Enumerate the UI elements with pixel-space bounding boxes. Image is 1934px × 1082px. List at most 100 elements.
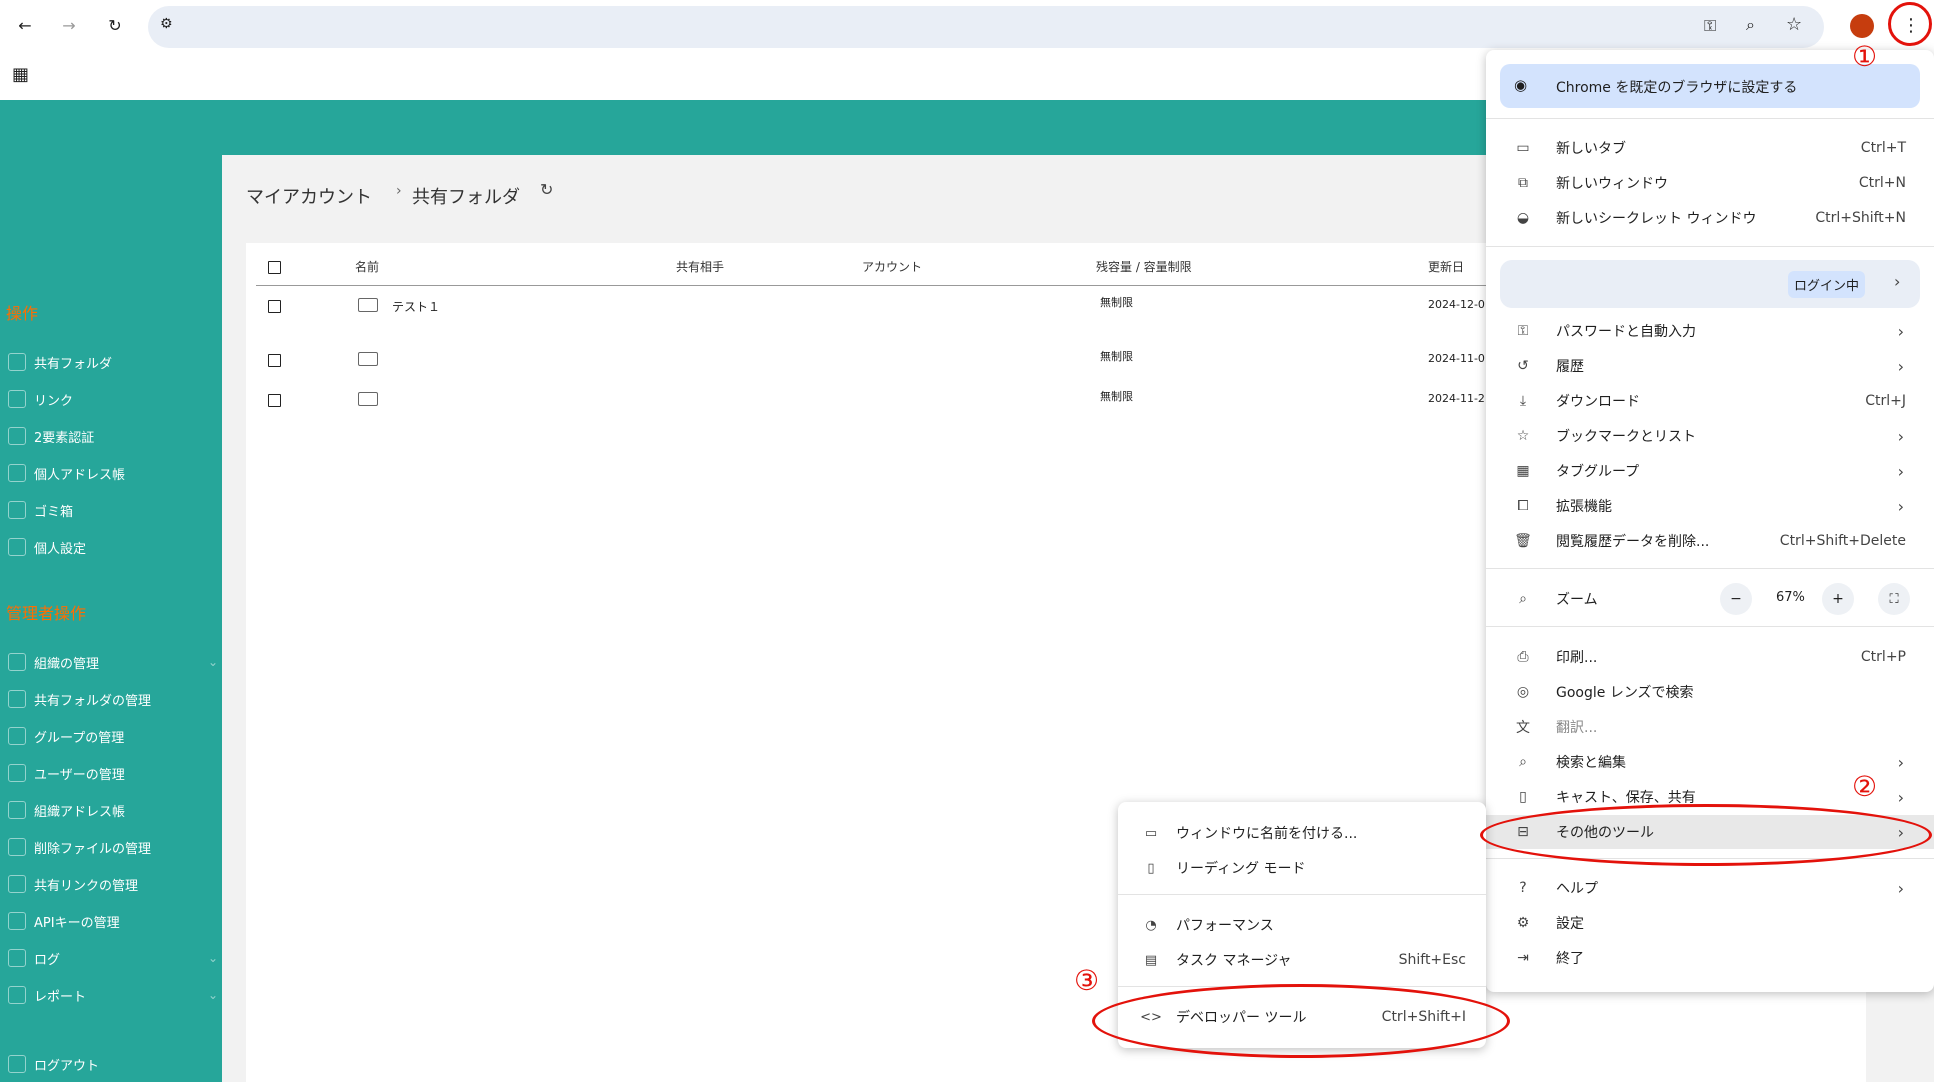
annotation-number-1: ① (1852, 40, 1878, 73)
sidebar-item-org-address[interactable]: 組織アドレス帳 (8, 798, 125, 822)
menu-downloads[interactable]: ⤓ ダウンロード Ctrl+J (1486, 384, 1934, 418)
key-icon[interactable]: ⚿ (1704, 16, 1716, 36)
submenu-name-window[interactable]: ▭ ウィンドウに名前を付ける... (1118, 816, 1486, 850)
column-header-capacity[interactable]: 残容量 / 容量制限 (1096, 258, 1192, 275)
browser-toolbar: ← → ↻ ⚙ ⚿ ⌕ ☆ ⋮ (0, 0, 1934, 50)
sidebar-item-personal-settings[interactable]: 個人設定 (8, 535, 86, 559)
shared-folder-icon (358, 298, 378, 312)
menu-new-tab[interactable]: ▭ 新しいタブ Ctrl+T (1486, 131, 1934, 165)
submenu-reading-mode[interactable]: ▯ リーディング モード (1118, 851, 1486, 885)
menu-google-lens[interactable]: ◎ Google レンズで検索 (1486, 675, 1934, 709)
fullscreen-icon[interactable]: ⛶ (1878, 583, 1910, 615)
avatar[interactable] (1850, 14, 1874, 38)
sidebar-item-logout[interactable]: ログアウト (8, 1052, 99, 1076)
menu-new-window[interactable]: ⧉ 新しいウィンドウ Ctrl+N (1486, 166, 1934, 200)
menu-incognito[interactable]: ◒ 新しいシークレット ウィンドウ Ctrl+Shift+N (1486, 201, 1934, 235)
menu-shortcut: Ctrl+T (1860, 140, 1906, 156)
row-date: 2024-12-0 (1428, 298, 1485, 311)
trash-icon (8, 501, 26, 519)
table-row[interactable]: 無制限 2024-11-0 (256, 346, 1486, 386)
sidebar-item-label: 個人設定 (34, 541, 87, 557)
menu-tab-groups[interactable]: ▦ タブグループ › (1486, 454, 1934, 488)
sidebar-item-link[interactable]: リンク (8, 387, 73, 411)
zoom-out-button[interactable]: − (1720, 583, 1752, 615)
sidebar-item-label: ログアウト (34, 1058, 100, 1074)
sidebar-item-label: 共有リンクの管理 (34, 878, 139, 894)
menu-label: 新しいウィンドウ (1556, 176, 1668, 192)
menu-history[interactable]: ↺ 履歴 › (1486, 349, 1934, 383)
sidebar-item-deleted-files[interactable]: 削除ファイルの管理 (8, 835, 151, 859)
menu-bookmarks[interactable]: ☆ ブックマークとリスト › (1486, 419, 1934, 453)
sidebar-item-logs[interactable]: ログ ⌄ (8, 946, 220, 970)
column-header-updated[interactable]: 更新日 (1428, 258, 1464, 275)
annotation-circle-1 (1888, 2, 1932, 46)
menu-zoom: ⌕ ズーム − 67% + ⛶ (1486, 582, 1934, 616)
row-date: 2024-11-0 (1428, 352, 1485, 365)
sidebar-item-label: リンク (34, 393, 74, 409)
user-icon (8, 764, 26, 782)
sidebar-item-reports[interactable]: レポート ⌄ (8, 983, 220, 1007)
menu-label: リーディング モード (1176, 861, 1306, 877)
menu-label: Google レンズで検索 (1556, 685, 1694, 701)
row-checkbox[interactable] (268, 394, 281, 407)
print-icon: ⎙ (1517, 649, 1529, 665)
menu-translate[interactable]: 文 翻訳... (1486, 710, 1934, 744)
address-bar[interactable]: ⚙ ⚿ ⌕ ☆ (148, 6, 1824, 48)
menu-extensions[interactable]: ⧠ 拡張機能 › (1486, 489, 1934, 523)
menu-clear-data[interactable]: 🗑 閲覧履歴データを削除... Ctrl+Shift+Delete (1486, 524, 1934, 558)
sidebar-item-users[interactable]: ユーザーの管理 (8, 761, 125, 785)
column-header-account[interactable]: アカウント (862, 258, 922, 275)
row-checkbox[interactable] (268, 354, 281, 367)
menu-passwords[interactable]: ⚿ パスワードと自動入力 › (1486, 314, 1934, 348)
back-icon[interactable]: ← (10, 10, 40, 40)
site-info-icon[interactable]: ⚙ (160, 16, 173, 32)
sidebar-item-2fa[interactable]: 2要素認証 (8, 424, 94, 448)
annotation-number-3: ③ (1074, 964, 1100, 997)
annotation-ellipse-3 (1092, 984, 1510, 1058)
menu-shortcut: Ctrl+Shift+N (1815, 210, 1906, 226)
profile-row[interactable]: ログイン中 › (1500, 260, 1920, 308)
refresh-icon[interactable]: ↻ (540, 180, 553, 199)
zoom-in-button[interactable]: + (1822, 583, 1854, 615)
menu-settings[interactable]: ⚙ 設定 (1486, 906, 1934, 940)
reload-icon[interactable]: ↻ (100, 10, 130, 40)
sidebar-item-label: ゴミ箱 (34, 504, 74, 520)
sidebar-item-label: 組織の管理 (34, 656, 100, 672)
menu-label: 履歴 (1556, 359, 1584, 375)
sidebar-item-personal-address[interactable]: 個人アドレス帳 (8, 461, 125, 485)
submenu-task-manager[interactable]: ▤ タスク マネージャ Shift+Esc (1118, 943, 1486, 977)
annotation-ellipse-2 (1480, 804, 1932, 866)
column-header-shared-with[interactable]: 共有相手 (676, 258, 724, 275)
menu-label: タブグループ (1556, 464, 1640, 480)
star-icon[interactable]: ☆ (1786, 14, 1802, 35)
table-row[interactable]: 無制限 2024-11-2 (256, 386, 1486, 426)
breadcrumb-root[interactable]: マイアカウント (246, 183, 372, 209)
select-all-checkbox[interactable] (268, 261, 281, 274)
sidebar-item-groups[interactable]: グループの管理 (8, 724, 124, 748)
zoom-icon[interactable]: ⌕ (1746, 15, 1755, 35)
table-row[interactable]: テスト１ 無制限 2024-12-0 (256, 292, 1486, 332)
sidebar-item-trash[interactable]: ゴミ箱 (8, 498, 73, 522)
sidebar-item-org[interactable]: 組織の管理 ⌄ (8, 650, 220, 674)
column-header-name[interactable]: 名前 (355, 258, 379, 275)
window-icon: ▭ (1144, 825, 1158, 841)
menu-help[interactable]: ? ヘルプ › (1486, 871, 1934, 905)
row-name[interactable]: テスト１ (392, 298, 440, 315)
sidebar-item-shared-links[interactable]: 共有リンクの管理 (8, 872, 138, 896)
row-checkbox[interactable] (268, 300, 281, 313)
edit-icon (8, 464, 26, 482)
chevron-right-icon: › (1897, 461, 1904, 481)
menu-label: ズーム (1556, 592, 1598, 608)
menu-exit[interactable]: ⇥ 終了 (1486, 941, 1934, 975)
apps-icon[interactable]: ▦ (12, 64, 29, 85)
sidebar-item-shared-folder-admin[interactable]: 共有フォルダの管理 (8, 687, 151, 711)
sidebar-item-shared-folder[interactable]: 共有フォルダ (8, 350, 112, 374)
forward-icon[interactable]: → (54, 10, 84, 40)
key-icon: ⚿ (1517, 323, 1529, 339)
sidebar-item-api-keys[interactable]: APIキーの管理 (8, 909, 120, 933)
breadcrumb-separator: › (396, 183, 402, 199)
submenu-performance[interactable]: ◔ パフォーマンス (1118, 908, 1486, 942)
menu-print[interactable]: ⎙ 印刷... Ctrl+P (1486, 640, 1934, 674)
download-icon: ⤓ (1519, 393, 1527, 409)
translate-icon: 文 (1516, 720, 1530, 736)
